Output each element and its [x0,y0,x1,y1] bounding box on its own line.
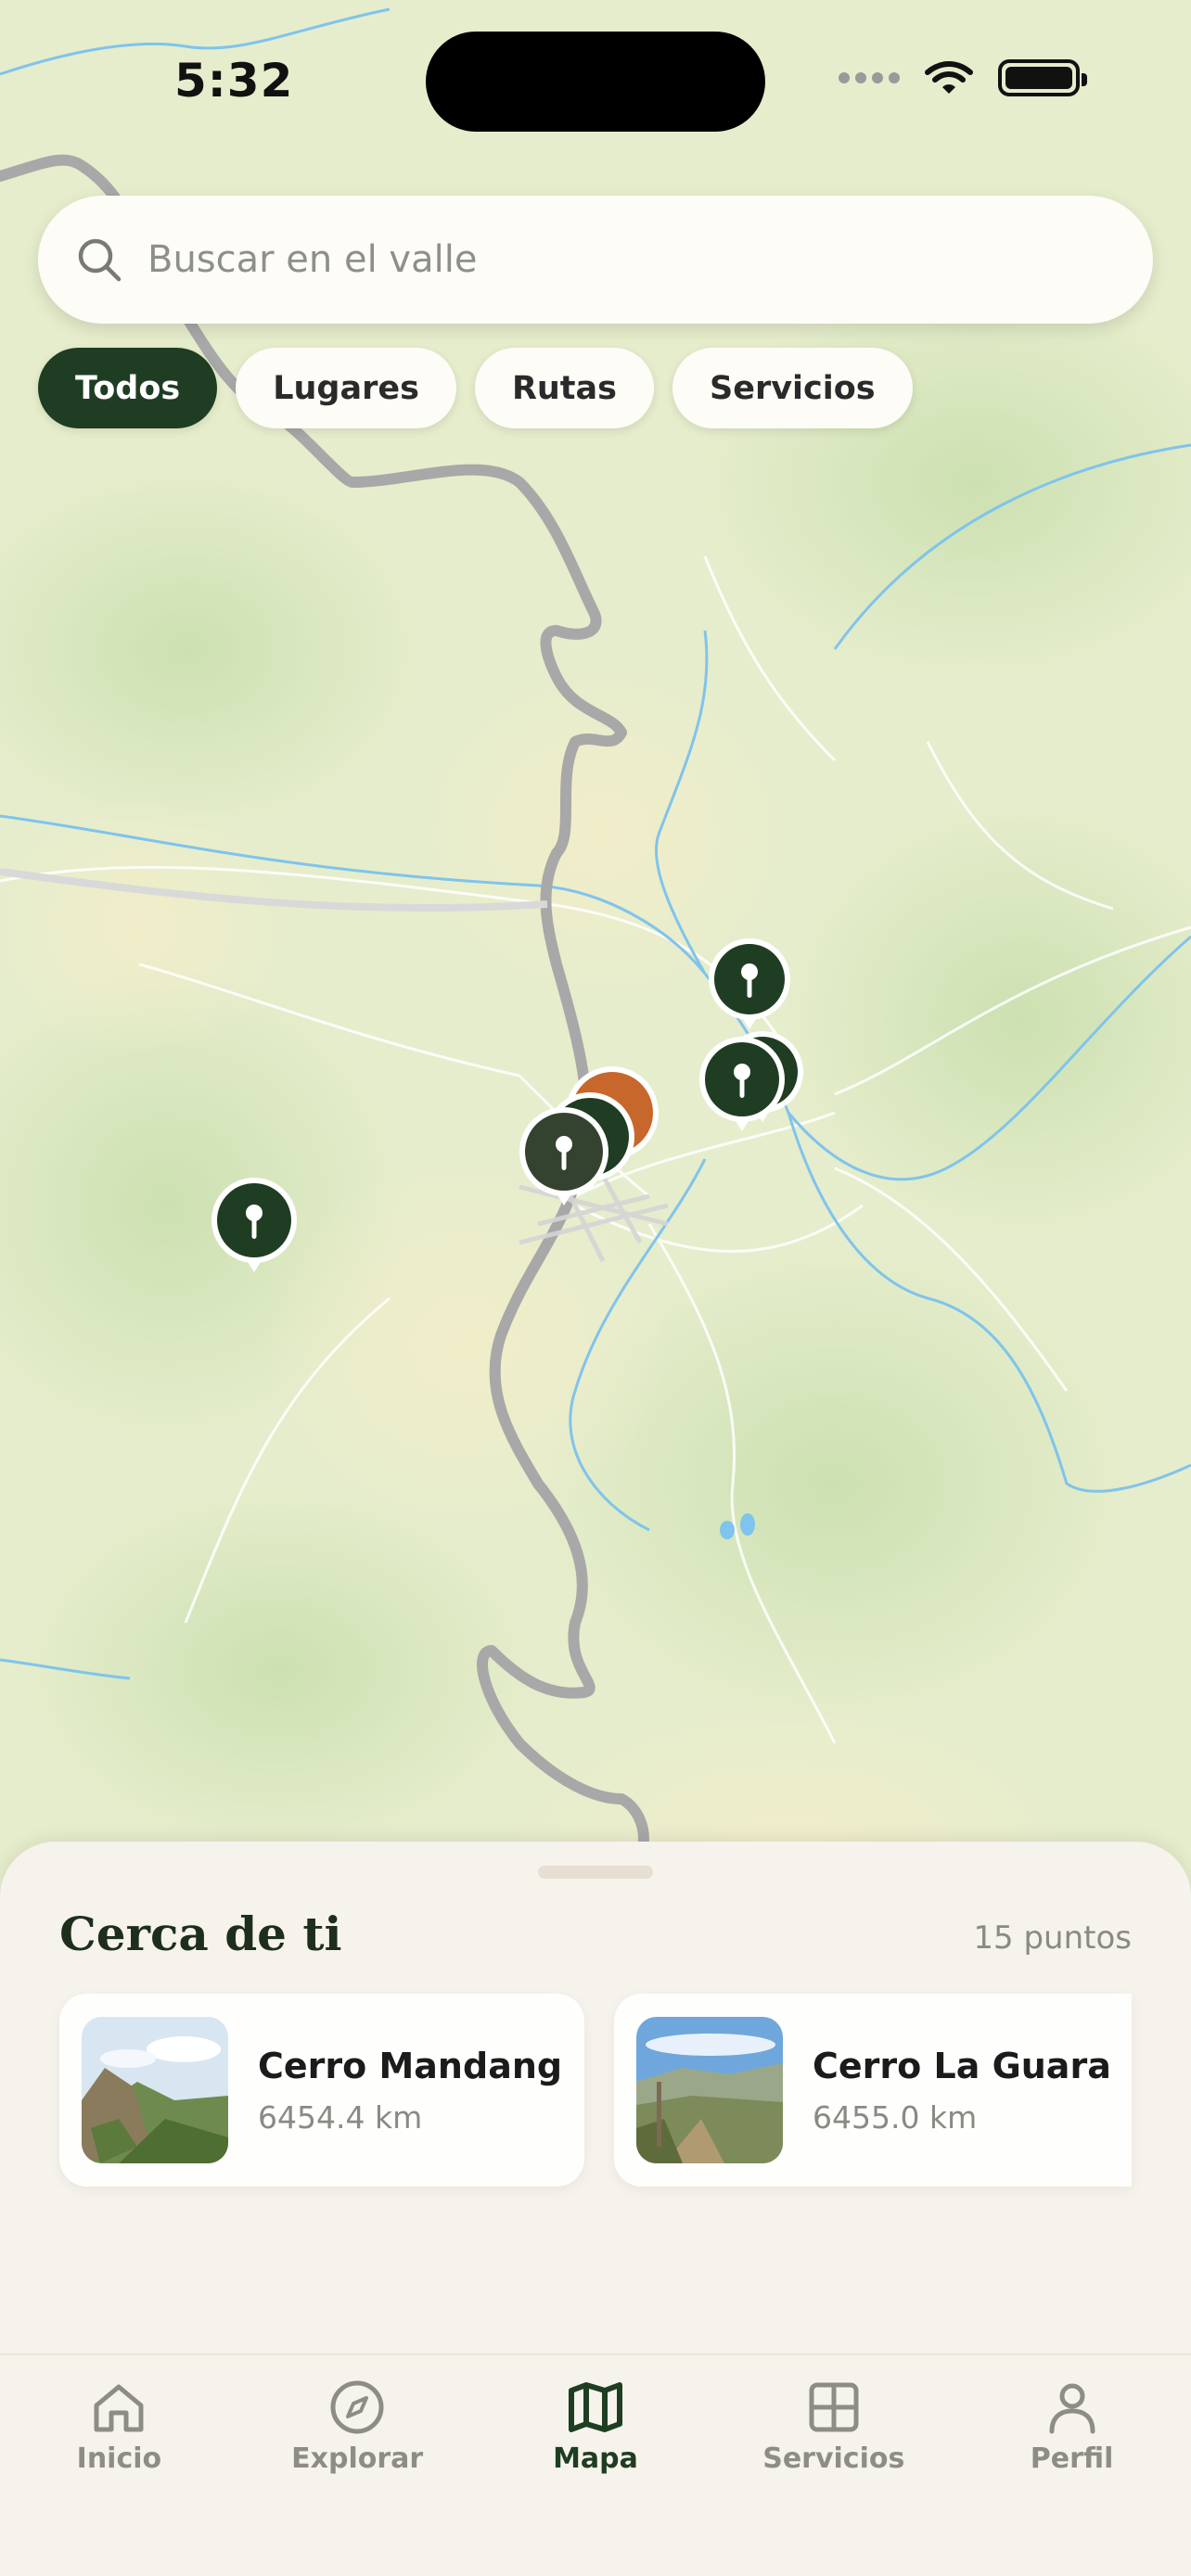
place-name: Cerro La Guaran... [813,2045,1109,2086]
tab-explorar[interactable]: Explorar [238,2355,477,2576]
search-input[interactable]: Buscar en el valle [147,238,477,281]
place-thumbnail [82,2017,228,2163]
place-thumbnail [636,2017,783,2163]
place-distance: 6455.0 km [813,2098,978,2136]
filter-chips: Todos Lugares Rutas Servicios [38,348,913,428]
nearby-cards: Cerro Mandango 6454.4 km Cerro La Guaran… [59,1994,1132,2187]
dynamic-island [426,32,765,132]
filter-chip-rutas[interactable]: Rutas [474,348,654,428]
home-icon [94,2384,144,2432]
place-card-cerro-la-guaran[interactable]: Cerro La Guaran... 6455.0 km [614,1994,1132,2187]
points-count: 15 puntos [973,1919,1132,1957]
person-icon [1049,2383,1095,2434]
tab-label: Servicios [762,2442,905,2475]
sheet-handle[interactable] [538,1866,653,1879]
tab-perfil[interactable]: Perfil [953,2355,1191,2576]
tab-mapa[interactable]: Mapa [477,2355,715,2576]
status-icons [839,59,1087,96]
sheet-title: Cerca de ti [59,1906,342,1961]
cellular-icon [839,72,900,83]
map-icon [568,2382,622,2432]
tab-label: Mapa [553,2442,638,2475]
tab-label: Explorar [291,2442,424,2475]
place-distance: 6454.4 km [258,2098,423,2136]
pond [740,1513,755,1536]
pond [720,1521,735,1539]
filter-chip-servicios[interactable]: Servicios [672,348,913,428]
tab-label: Inicio [76,2442,162,2475]
wifi-icon [925,61,973,94]
battery-icon [998,59,1087,96]
grid-icon [809,2382,859,2432]
place-name: Cerro Mandango [258,2045,562,2086]
search-bar[interactable]: Buscar en el valle [38,196,1153,324]
tab-bar: Inicio Explorar Mapa Servicios Perfil [0,2353,1191,2576]
tab-label: Perfil [1030,2442,1114,2475]
tab-servicios[interactable]: Servicios [714,2355,953,2576]
tab-inicio[interactable]: Inicio [0,2355,238,2576]
status-time: 5:32 [174,54,294,108]
compass-icon [330,2380,384,2434]
place-card-cerro-mandango[interactable]: Cerro Mandango 6454.4 km [59,1994,584,2187]
filter-chip-lugares[interactable]: Lugares [236,348,456,428]
search-icon [78,238,122,282]
filter-chip-todos[interactable]: Todos [38,348,218,428]
